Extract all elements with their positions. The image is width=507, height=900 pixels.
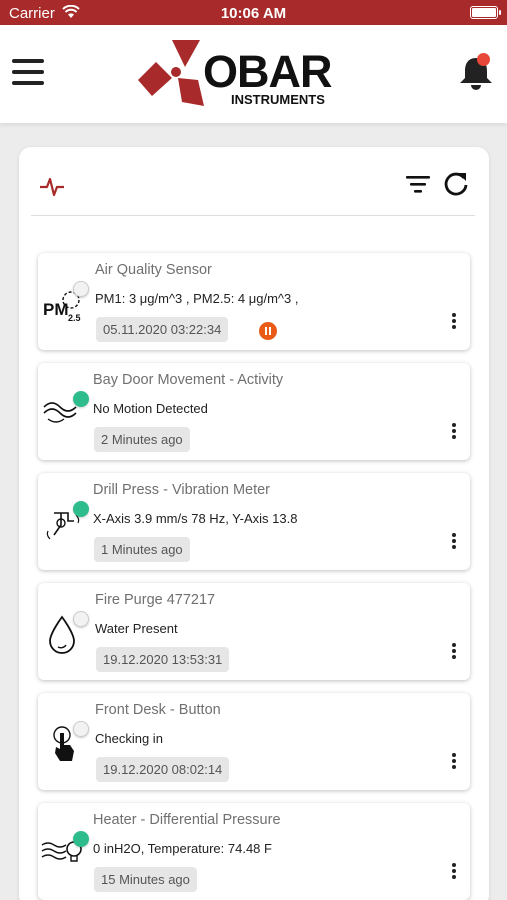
sensor-timestamp: 05.11.2020 03:22:34: [96, 317, 229, 342]
filter-icon[interactable]: [405, 173, 431, 195]
sensor-timestamp: 19.12.2020 08:02:14: [96, 757, 230, 782]
status-toggle[interactable]: [73, 281, 89, 297]
sensor-title: Front Desk - Button: [95, 702, 221, 718]
sensor-card-bay-door[interactable]: Bay Door Movement - Activity No Motion D…: [38, 363, 470, 460]
status-toggle[interactable]: [73, 391, 89, 407]
hamburger-menu-button[interactable]: [12, 59, 44, 85]
more-options-button[interactable]: [448, 643, 460, 661]
activity-icon: [40, 177, 64, 197]
sensor-title: Bay Door Movement - Activity: [93, 372, 284, 388]
app-header: OBAR INSTRUMENTS: [0, 25, 507, 123]
panel-toolbar: [31, 147, 475, 216]
more-options-button[interactable]: [448, 863, 460, 881]
svg-text:PM: PM: [43, 300, 69, 319]
sensor-reading: X-Axis 3.9 mm/s 78 Hz, Y-Axis 13.8: [93, 511, 298, 526]
sensor-card-fire-purge[interactable]: Fire Purge 477217 Water Present 19.12.20…: [38, 583, 470, 680]
more-options-button[interactable]: [448, 753, 460, 771]
notification-dot: [477, 53, 490, 66]
obar-logo: OBAR INSTRUMENTS: [138, 40, 370, 110]
sensor-reading: Water Present: [95, 621, 178, 636]
status-toggle[interactable]: [73, 831, 89, 847]
sensor-title: Heater - Differential Pressure: [93, 812, 281, 828]
status-toggle[interactable]: [73, 501, 89, 517]
sensor-title: Drill Press - Vibration Meter: [93, 482, 271, 498]
logo-word: OBAR: [203, 46, 332, 97]
logo-subtitle: INSTRUMENTS: [231, 92, 325, 107]
sensor-reading: No Motion Detected: [93, 401, 208, 416]
more-options-button[interactable]: [448, 423, 460, 441]
more-options-button[interactable]: [448, 533, 460, 551]
sensor-timestamp: 2 Minutes ago: [94, 427, 190, 452]
sensor-reading: 0 inH2O, Temperature: 74.48 F: [93, 841, 272, 856]
sensor-card-heater[interactable]: Heater - Differential Pressure 0 inH2O, …: [38, 803, 470, 900]
sensor-timestamp: 15 Minutes ago: [94, 867, 197, 892]
sensor-timestamp: 1 Minutes ago: [94, 537, 190, 562]
more-options-button[interactable]: [448, 313, 460, 331]
sensor-card-air-quality[interactable]: PM 2.5 Air Quality Sensor PM1: 3 μg/m^3 …: [38, 253, 470, 350]
status-toggle[interactable]: [73, 721, 89, 737]
battery-icon: [470, 6, 501, 19]
status-bar: Carrier 10:06 AM: [0, 0, 507, 25]
refresh-icon[interactable]: [442, 169, 470, 197]
notifications-button[interactable]: [457, 53, 495, 91]
sensor-card-front-desk[interactable]: Front Desk - Button Checking in 19.12.20…: [38, 693, 470, 790]
pause-icon[interactable]: [259, 322, 277, 340]
sensor-reading: Checking in: [95, 731, 163, 746]
status-toggle[interactable]: [73, 611, 89, 627]
svg-text:2.5: 2.5: [68, 313, 81, 323]
sensor-timestamp: 19.12.2020 13:53:31: [96, 647, 230, 672]
clock: 10:06 AM: [220, 5, 287, 22]
sensor-title: Fire Purge 477217: [95, 592, 216, 608]
sensor-card-drill-press[interactable]: Drill Press - Vibration Meter X-Axis 3.9…: [38, 473, 470, 570]
sensor-title: Air Quality Sensor: [95, 262, 212, 278]
sensor-reading: PM1: 3 μg/m^3 , PM2.5: 4 μg/m^3 ,: [95, 291, 299, 306]
